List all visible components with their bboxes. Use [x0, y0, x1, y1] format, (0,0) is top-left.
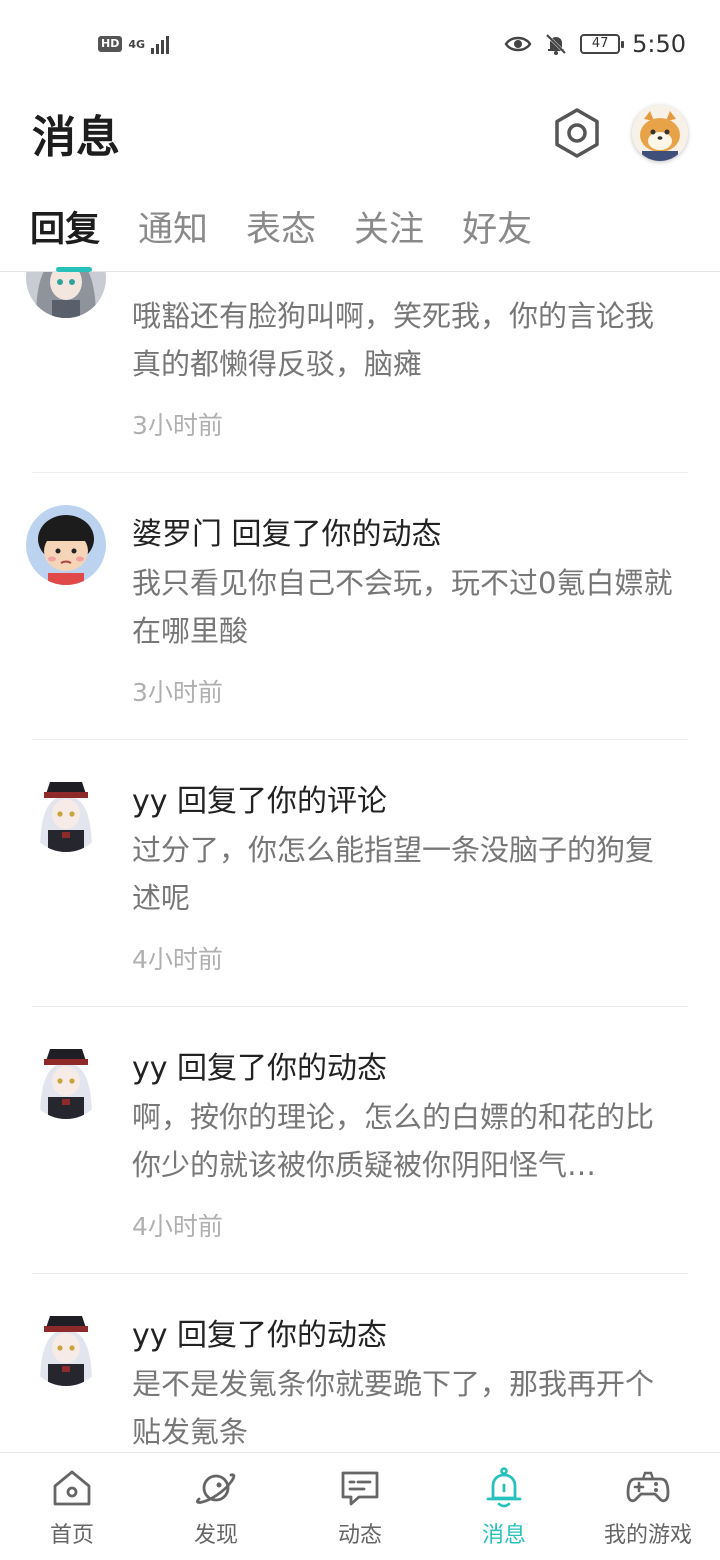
tab-active-indicator	[56, 266, 92, 272]
planet-icon	[196, 1473, 236, 1504]
tab-follows-label: 关注	[354, 209, 425, 250]
bottom-nav: 首页 发现 动态 消息 我的游戏	[0, 1452, 720, 1560]
status-bar: HD 4G 47 5:50	[0, 0, 720, 88]
message-title: yy 回复了你的动态	[132, 1051, 388, 1086]
message-time: 4小时前	[132, 1212, 223, 1241]
sender-avatar[interactable]	[26, 272, 106, 318]
nav-discover-label: 发现	[193, 1522, 238, 1548]
message-tabs: 回复 通知 表态 关注 好友	[0, 190, 720, 272]
mute-bell-icon	[546, 33, 567, 55]
settings-button[interactable]	[552, 108, 602, 158]
status-right: 47 5:50	[504, 30, 686, 58]
tab-reactions[interactable]: 表态	[246, 190, 316, 272]
nav-feed-label: 动态	[337, 1522, 382, 1548]
cartoon-girl-black-hair-icon	[26, 505, 106, 585]
anime-girl-gray-hair-icon	[26, 272, 106, 318]
tab-friends[interactable]: 好友	[462, 190, 532, 272]
nav-home-label: 首页	[49, 1522, 94, 1548]
anime-girl-soldier-icon	[26, 1306, 106, 1386]
page-title: 消息	[32, 112, 120, 163]
nav-home[interactable]: 首页	[0, 1453, 144, 1560]
message-item[interactable]: yy 回复了你的评论 过分了，你怎么能指望一条没脑子的狗复述呢 4小时前	[26, 740, 688, 1007]
nav-feed[interactable]: 动态	[288, 1453, 432, 1560]
nav-discover[interactable]: 发现	[144, 1453, 288, 1560]
message-title: 婆罗门 回复了你的动态	[132, 517, 442, 552]
message-body: 哦豁还有脸狗叫啊，笑死我，你的言论我真的都懒得反驳，脑瘫	[132, 299, 655, 381]
hd-badge: HD	[98, 36, 123, 52]
message-title: yy 回复了你的动态	[132, 1318, 388, 1353]
message-time: 4小时前	[132, 945, 223, 974]
sender-avatar[interactable]	[26, 505, 106, 585]
anime-girl-soldier-icon	[26, 1039, 106, 1119]
nav-my-games[interactable]: 我的游戏	[576, 1453, 720, 1560]
message-item[interactable]: yy 回复了你的动态 是不是发氪条你就要跪下了，那我再开个贴发氪条	[26, 1274, 688, 1452]
tab-reply[interactable]: 回复	[30, 190, 100, 272]
message-body: 过分了，你怎么能指望一条没脑子的狗复述呢	[132, 833, 655, 915]
nav-messages-label: 消息	[481, 1522, 526, 1548]
eye-icon	[504, 36, 532, 52]
tab-reply-label: 回复	[30, 209, 101, 250]
page-header: 消息	[0, 88, 720, 178]
chat-icon	[341, 1471, 379, 1505]
tab-follows[interactable]: 关注	[354, 190, 424, 272]
home-icon	[53, 1470, 91, 1505]
sender-avatar[interactable]	[26, 1039, 106, 1119]
message-title: yy 回复了你的评论	[132, 784, 388, 819]
message-body: 我只看见你自己不会玩，玩不过0氪白嫖就在哪里酸	[132, 566, 673, 648]
user-avatar[interactable]	[632, 105, 688, 161]
tab-reactions-label: 表态	[246, 209, 317, 250]
signal-icon	[151, 34, 170, 54]
tab-friends-label: 好友	[462, 209, 533, 250]
message-time: 3小时前	[132, 411, 223, 440]
message-item[interactable]: 婆罗门 回复了你的动态 我只看见你自己不会玩，玩不过0氪白嫖就在哪里酸 3小时前	[26, 473, 688, 740]
message-feed[interactable]: 哦豁还有脸狗叫啊，笑死我，你的言论我真的都懒得反驳，脑瘫 3小时前 婆罗门 回复…	[0, 272, 720, 1452]
bell-icon	[486, 1466, 522, 1507]
message-list: 哦豁还有脸狗叫啊，笑死我，你的言论我真的都懒得反驳，脑瘫 3小时前 婆罗门 回复…	[0, 272, 720, 1452]
message-time: 3小时前	[132, 678, 223, 707]
message-body: 是不是发氪条你就要跪下了，那我再开个贴发氪条	[132, 1367, 655, 1449]
sender-avatar[interactable]	[26, 772, 106, 852]
network-label: 4G	[128, 37, 146, 51]
anime-girl-soldier-icon	[26, 772, 106, 852]
settings-hexagon-icon	[555, 108, 599, 158]
message-item[interactable]: yy 回复了你的动态 啊，按你的理论，怎么的白嫖的和花的比你少的就该被你质疑被你…	[26, 1007, 688, 1274]
gamepad-icon	[626, 1471, 670, 1502]
battery-icon: 47	[580, 34, 625, 54]
clock-time: 5:50	[632, 30, 686, 58]
message-item[interactable]: 哦豁还有脸狗叫啊，笑死我，你的言论我真的都懒得反驳，脑瘫 3小时前	[26, 272, 688, 473]
tab-notifications-label: 通知	[138, 209, 209, 250]
nav-messages[interactable]: 消息	[432, 1453, 576, 1560]
tab-notifications[interactable]: 通知	[138, 190, 208, 272]
nav-my-games-label: 我的游戏	[603, 1522, 692, 1548]
header-actions	[552, 105, 688, 161]
message-body: 啊，按你的理论，怎么的白嫖的和花的比你少的就该被你质疑被你阴阳怪气…	[132, 1100, 655, 1182]
shiba-dog-avatar-icon	[632, 105, 688, 161]
status-left: HD 4G	[98, 34, 170, 54]
sender-avatar[interactable]	[26, 1306, 106, 1386]
